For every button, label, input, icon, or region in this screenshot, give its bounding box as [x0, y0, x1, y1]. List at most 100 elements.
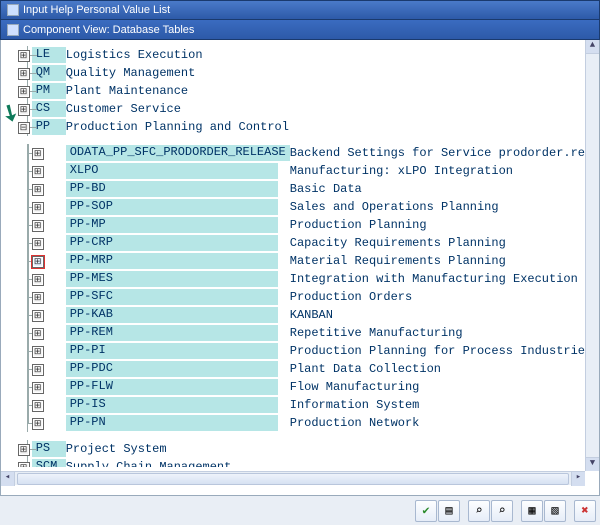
layout-button-2[interactable]: ▧: [544, 500, 566, 522]
node-desc: Quality Management: [66, 64, 290, 82]
expand-icon[interactable]: ⊞: [18, 50, 30, 62]
cancel-button[interactable]: ✖: [574, 500, 596, 522]
tree-node-pp-kab[interactable]: ⊞ PP-KAB KANBAN: [17, 306, 585, 324]
node-code: PP-PI: [66, 343, 278, 359]
scroll-up-button[interactable]: ▲: [586, 40, 599, 54]
expand-icon[interactable]: ⊞: [32, 148, 44, 160]
node-code: PP-CRP: [66, 235, 278, 251]
horizontal-scrollbar[interactable]: ◂ ▸: [1, 471, 585, 485]
node-desc: Production Planning for Process Industri…: [290, 342, 585, 360]
node-desc: Backend Settings for Service prodorder.r…: [290, 144, 585, 162]
tree-node-pp-pdc[interactable]: ⊞ PP-PDC Plant Data Collection: [17, 360, 585, 378]
expand-icon[interactable]: ⊞: [32, 400, 44, 412]
expand-icon[interactable]: ⊞: [32, 202, 44, 214]
node-desc: Plant Maintenance: [66, 82, 290, 100]
tree-node-pp[interactable]: ⊟PPProduction Planning and Control: [17, 118, 585, 136]
tree-node-pp-sop[interactable]: ⊞PP-SOPSales and Operations Planning: [17, 198, 585, 216]
subtitle-text: Component View: Database Tables: [23, 24, 194, 36]
node-desc: Production Planning: [290, 216, 585, 234]
expand-icon[interactable]: ⊞: [32, 292, 44, 304]
node-desc: Logistics Execution: [66, 46, 290, 64]
tree-node-pp-mes[interactable]: ⊞PP-MESIntegration with Manufacturing Ex…: [17, 270, 585, 288]
vertical-scrollbar[interactable]: ▲ ▼: [585, 40, 599, 471]
tree-node-cs[interactable]: ⊞CSCustomer Service: [17, 100, 585, 118]
component-tree[interactable]: ⊞LELogistics Execution⊞QMQuality Managem…: [17, 46, 585, 467]
node-desc: Plant Data Collection: [290, 360, 585, 378]
node-desc: Flow Manufacturing: [290, 378, 585, 396]
tree-node-qm[interactable]: ⊞QMQuality Management: [17, 64, 585, 82]
tree-node-le[interactable]: ⊞LELogistics Execution: [17, 46, 585, 64]
tree-node-pp-crp[interactable]: ⊞ PP-CRP Capacity Requirements Planning: [17, 234, 585, 252]
expand-icon[interactable]: ⊞: [18, 86, 30, 98]
tree-node-odata_pp_sfc_prodorder_release[interactable]: ⊞ ODATA_PP_SFC_PRODORDER_RELEASEBackend S…: [17, 144, 585, 162]
expand-icon[interactable]: ⊞: [32, 274, 44, 286]
tree-node-pp-rem[interactable]: ⊞ PP-REM Repetitive Manufacturing: [17, 324, 585, 342]
content-area: ➘ ⬇ ⊞LELogistics Execution⊞QMQuality Man…: [0, 40, 600, 495]
expand-icon[interactable]: ⊞: [32, 364, 44, 376]
tree-node-pp-bd[interactable]: ⊞ PP-BD Basic Data: [17, 180, 585, 198]
expand-icon[interactable]: ⊞: [32, 166, 44, 178]
node-code: PP-FLW: [66, 379, 278, 395]
node-code: SCM: [32, 459, 66, 467]
expand-icon[interactable]: ⊞: [32, 310, 44, 322]
expand-icon[interactable]: ⊞: [32, 328, 44, 340]
node-desc: Production Planning and Control: [66, 118, 290, 136]
node-desc: Integration with Manufacturing Execution: [290, 270, 585, 288]
scroll-right-button[interactable]: ▸: [571, 472, 585, 486]
document-button[interactable]: ▤: [438, 500, 460, 522]
node-desc: Information System: [290, 396, 585, 414]
node-code: ODATA_PP_SFC_PRODORDER_RELEASE: [66, 145, 290, 161]
node-code: PP-MRP: [66, 253, 278, 269]
tree-node-pp-mrp[interactable]: ⊞ PP-MRP Material Requirements Planning: [17, 252, 585, 270]
tree-node-pp-is[interactable]: ⊞PP-ISInformation System: [17, 396, 585, 414]
tree-node-pm[interactable]: ⊞PMPlant Maintenance: [17, 82, 585, 100]
expand-icon[interactable]: ⊞: [18, 104, 30, 116]
expand-icon[interactable]: ⊞: [32, 382, 44, 394]
subtitle-bar: Component View: Database Tables: [0, 20, 600, 40]
layout-button-1[interactable]: ▦: [521, 500, 543, 522]
node-desc: KANBAN: [290, 306, 585, 324]
tree-node-scm[interactable]: ⊞SCMSupply Chain Management: [17, 458, 585, 467]
node-desc: Production Orders: [290, 288, 585, 306]
node-code: PP-KAB: [66, 307, 278, 323]
scroll-left-button[interactable]: ◂: [1, 472, 15, 486]
expand-icon[interactable]: ⊞: [32, 256, 44, 268]
expand-icon[interactable]: ⊟: [18, 122, 30, 134]
expand-icon[interactable]: ⊞: [18, 68, 30, 80]
node-code: PP-REM: [66, 325, 278, 341]
expand-icon[interactable]: ⊞: [32, 418, 44, 430]
expand-icon[interactable]: ⊞: [32, 184, 44, 196]
titlebar-text: Input Help Personal Value List: [23, 4, 170, 16]
node-code: PP-PN: [66, 415, 278, 431]
find-button[interactable]: ⌕: [468, 500, 490, 522]
tree-node-pp-sfc[interactable]: ⊞PP-SFCProduction Orders: [17, 288, 585, 306]
node-desc: Manufacturing: xLPO Integration: [290, 162, 585, 180]
tree-node-pp-pn[interactable]: ⊞PP-PNProduction Network: [17, 414, 585, 432]
scroll-thumb[interactable]: [17, 473, 569, 485]
find-next-button[interactable]: ⌕: [491, 500, 513, 522]
expand-icon[interactable]: ⊞: [32, 238, 44, 250]
titlebar: Input Help Personal Value List: [0, 0, 600, 20]
tree-node-xlpo[interactable]: ⊞XLPOManufacturing: xLPO Integration: [17, 162, 585, 180]
node-desc: Supply Chain Management: [66, 458, 290, 467]
expand-icon[interactable]: ⊞: [32, 220, 44, 232]
node-desc: Material Requirements Planning: [290, 252, 585, 270]
node-desc: Repetitive Manufacturing: [290, 324, 585, 342]
node-desc: Customer Service: [66, 100, 290, 118]
node-desc: Capacity Requirements Planning: [290, 234, 585, 252]
view-icon: [7, 24, 19, 36]
accept-button[interactable]: ✔: [415, 500, 437, 522]
node-desc: Basic Data: [290, 180, 585, 198]
window-icon: [7, 4, 19, 16]
expand-icon[interactable]: ⊞: [18, 444, 30, 456]
expand-icon[interactable]: ⊞: [32, 346, 44, 358]
tree-node-pp-mp[interactable]: ⊞PP-MPProduction Planning: [17, 216, 585, 234]
tree-node-pp-flw[interactable]: ⊞ PP-FLW Flow Manufacturing: [17, 378, 585, 396]
node-code: PP-BD: [66, 181, 278, 197]
tree-pane: ⊞LELogistics Execution⊞QMQuality Managem…: [17, 46, 585, 467]
scroll-down-button[interactable]: ▼: [586, 457, 599, 471]
tree-node-pp-pi[interactable]: ⊞ PP-PI Production Planning for Process In…: [17, 342, 585, 360]
node-code: PP-PDC: [66, 361, 278, 377]
expand-icon[interactable]: ⊞: [18, 462, 30, 468]
tree-node-ps[interactable]: ⊞PSProject System: [17, 440, 585, 458]
